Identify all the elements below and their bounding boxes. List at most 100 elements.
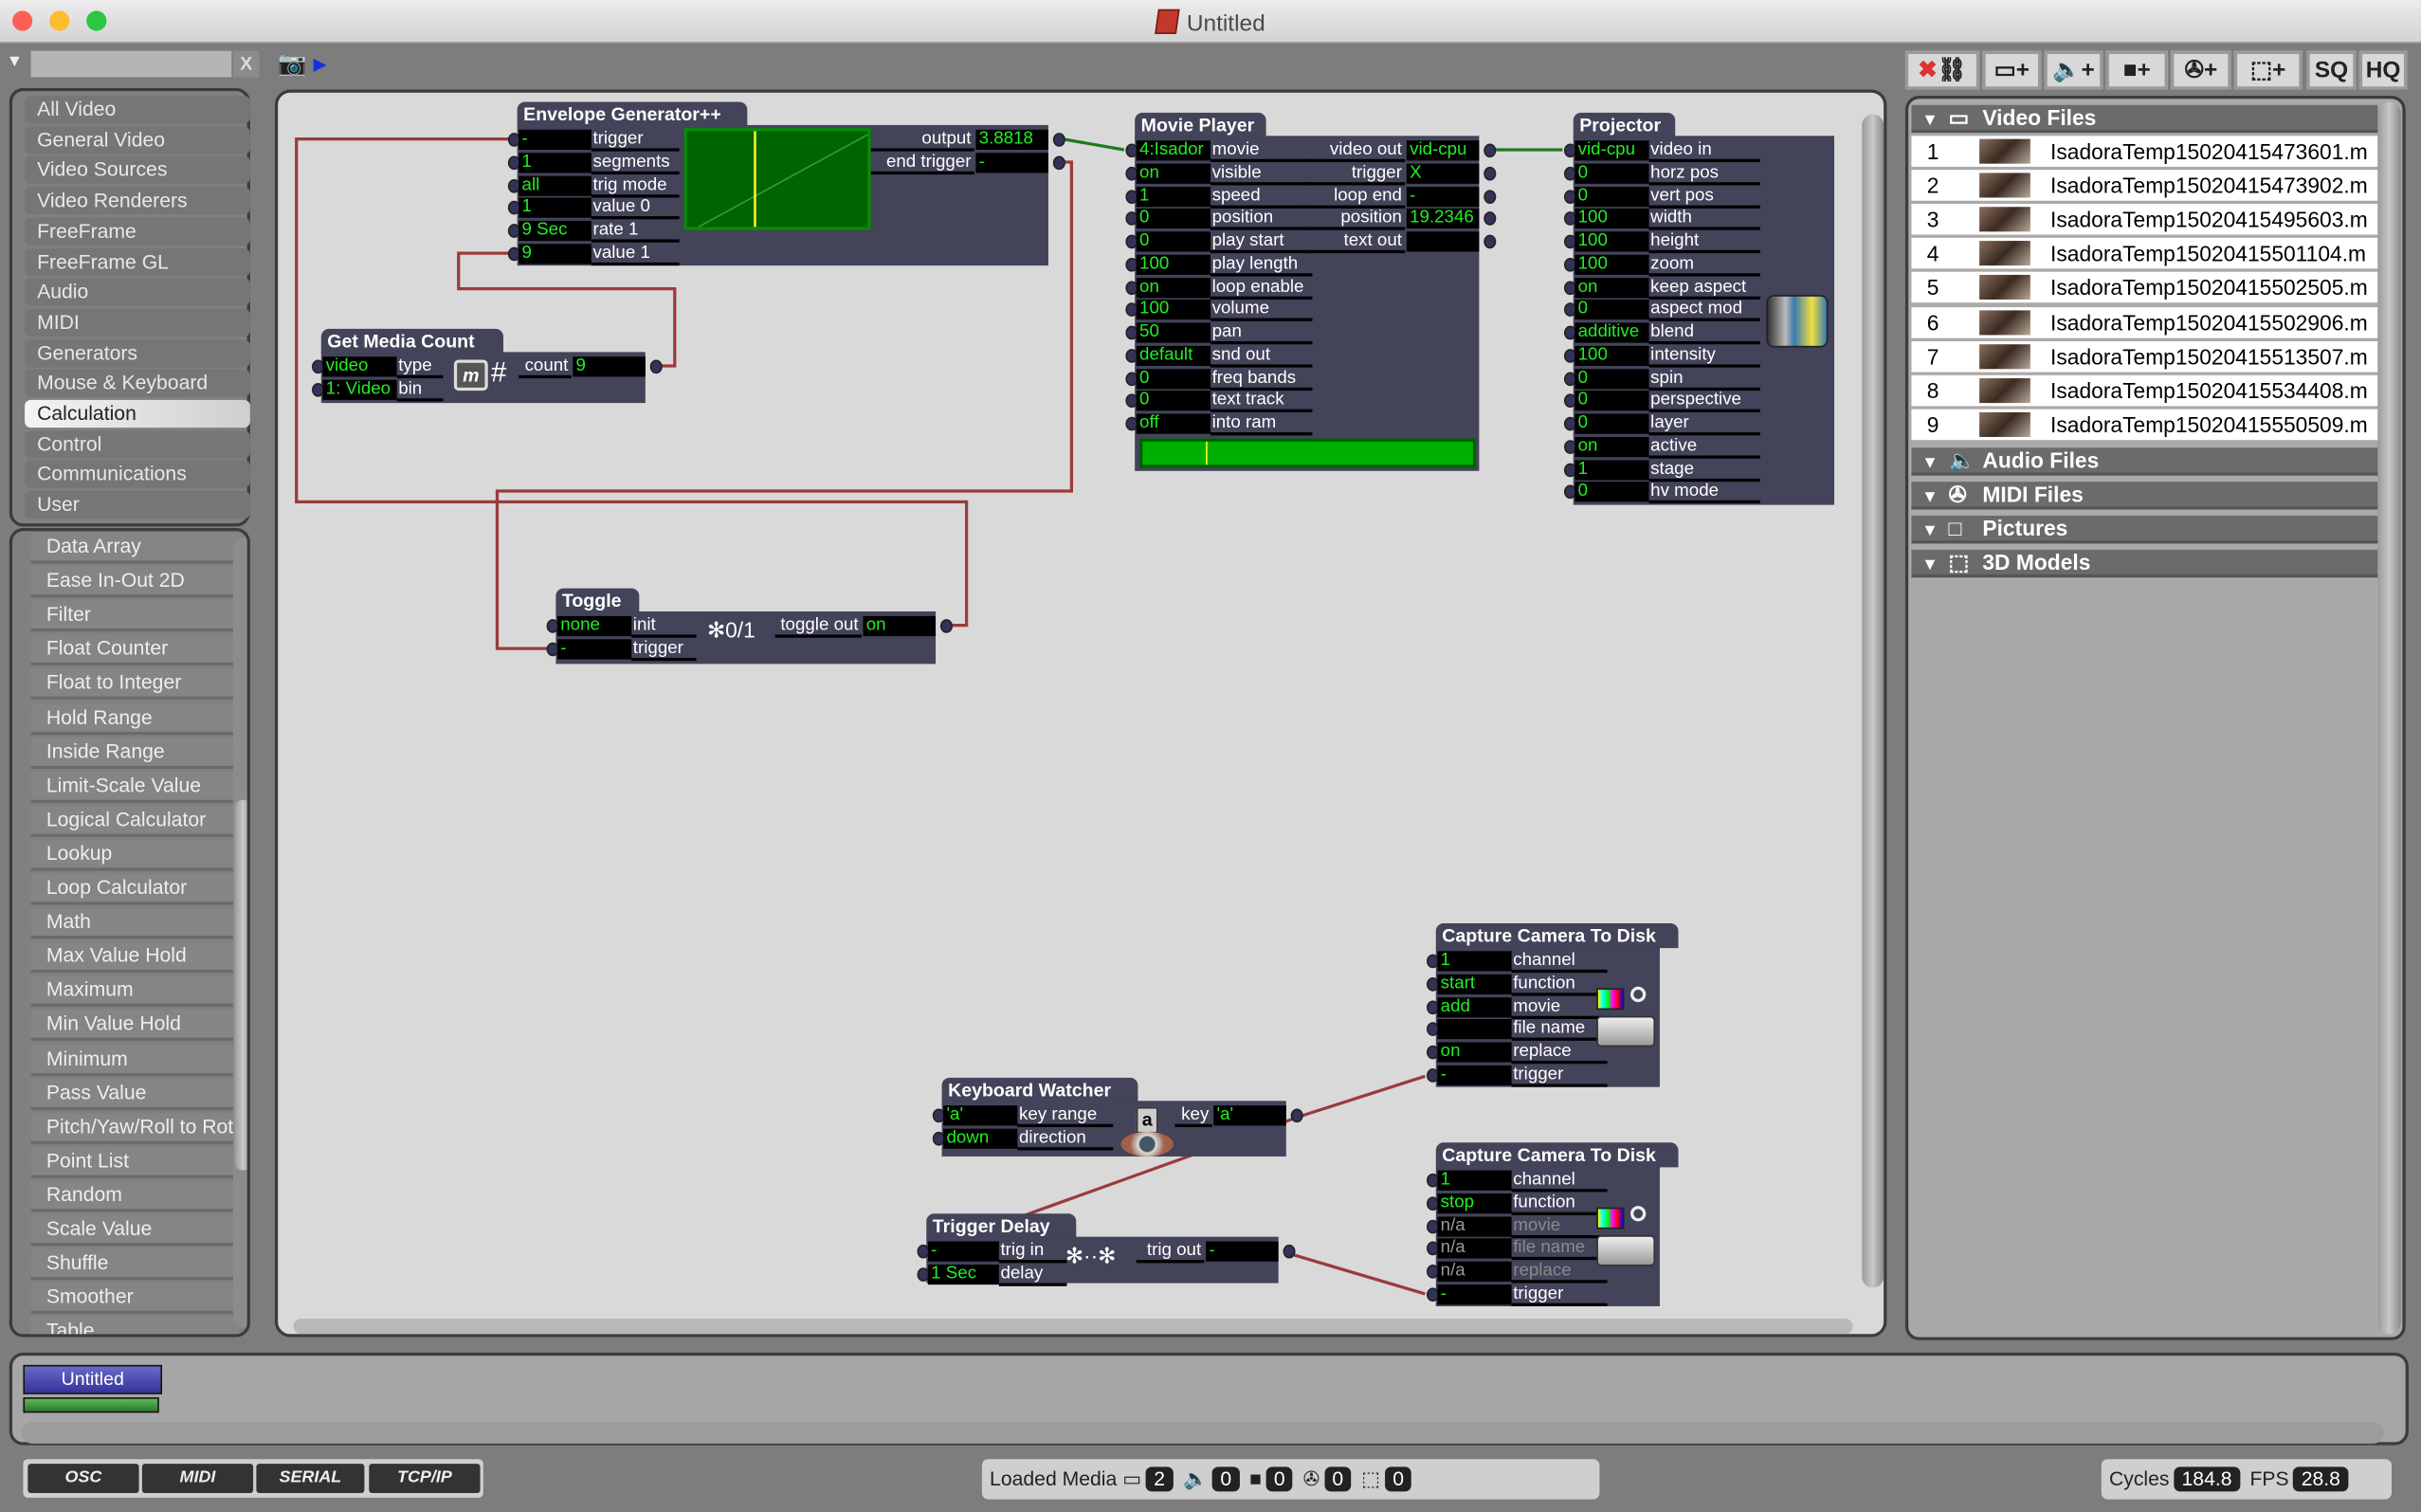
- protocol-midi-button[interactable]: MIDI: [141, 1464, 254, 1494]
- input-value-field[interactable]: off: [1136, 413, 1210, 434]
- actor-list-item[interactable]: Shuffle: [30, 1248, 240, 1281]
- input-value-field[interactable]: 0: [1136, 368, 1210, 389]
- input-value-field[interactable]: 1: [519, 197, 592, 219]
- input-value-field[interactable]: 0: [1575, 482, 1649, 502]
- actor-list-item[interactable]: Float to Integer: [30, 668, 240, 701]
- input-value-field[interactable]: 0: [1136, 209, 1210, 229]
- output-port[interactable]: [1290, 1108, 1303, 1123]
- actor-list-item[interactable]: Pitch/Yaw/Roll to Rot: [30, 1112, 240, 1144]
- actor-capture-camera-to-disk[interactable]: Capture Camera To Disk 1 channel stop functi…: [1427, 1142, 1679, 1307]
- input-value-field[interactable]: n/a: [1437, 1215, 1512, 1236]
- output-port[interactable]: [649, 359, 663, 374]
- media-section-3d-models[interactable]: ▼ ⬚ 3D Models: [1911, 549, 2378, 579]
- scene-untitled[interactable]: Untitled: [23, 1364, 163, 1394]
- input-value-field[interactable]: add: [1437, 996, 1512, 1017]
- actor-list-item[interactable]: Pass Value: [30, 1078, 240, 1110]
- actor-list-item[interactable]: Inside Range: [30, 737, 240, 769]
- input-value-field[interactable]: default: [1136, 345, 1210, 366]
- input-value-field[interactable]: n/a: [1437, 1238, 1512, 1259]
- protocol-tcpip-button[interactable]: TCP/IP: [369, 1464, 481, 1494]
- category-item[interactable]: Calculation: [25, 399, 250, 428]
- category-item[interactable]: FreeFrame GL: [25, 247, 250, 276]
- input-value-field[interactable]: video: [322, 356, 397, 377]
- input-value-field[interactable]: 1: [519, 152, 592, 173]
- input-value-field[interactable]: 100: [1575, 345, 1649, 366]
- video-file-row[interactable]: 6 IsadoraTemp15020415502906.m: [1911, 306, 2378, 337]
- actor-list-item[interactable]: Ease In-Out 2D: [30, 566, 240, 598]
- input-value-field[interactable]: 100: [1575, 231, 1649, 252]
- input-value-field[interactable]: stop: [1437, 1193, 1512, 1213]
- input-value-field[interactable]: 0: [1575, 368, 1649, 389]
- input-value-field[interactable]: 9: [519, 243, 592, 264]
- media-section-audio-files[interactable]: ▼ 🔈 Audio Files: [1911, 447, 2378, 478]
- actor-list-item[interactable]: Logical Calculator: [30, 805, 240, 837]
- input-value-field[interactable]: -: [1437, 1065, 1512, 1085]
- actor-title[interactable]: Capture Camera To Disk: [1435, 1142, 1679, 1168]
- add-picture-button[interactable]: ■+: [2105, 50, 2168, 90]
- category-item[interactable]: FreeFrame: [25, 217, 250, 246]
- input-value-field[interactable]: 1: [1437, 1170, 1512, 1191]
- output-port[interactable]: [1052, 155, 1065, 170]
- input-value-field[interactable]: 50: [1136, 322, 1210, 343]
- category-item[interactable]: Video Sources: [25, 156, 250, 185]
- input-value-field[interactable]: additive: [1575, 322, 1649, 343]
- category-item[interactable]: Generators: [25, 338, 250, 367]
- expand-triangle-icon[interactable]: ▼: [1911, 108, 1948, 135]
- actor-list-item[interactable]: Max Value Hold: [30, 941, 240, 974]
- input-value-field[interactable]: 1: [1575, 459, 1649, 480]
- video-file-row[interactable]: 9 IsadoraTemp15020415550509.m: [1911, 409, 2378, 440]
- actor-list-item[interactable]: Maximum: [30, 975, 240, 1008]
- input-value-field[interactable]: 0: [1136, 391, 1210, 411]
- hq-button[interactable]: HQ: [2358, 50, 2408, 90]
- category-item[interactable]: Audio: [25, 278, 250, 306]
- remove-unlink-media-button[interactable]: ✖⛓: [1904, 50, 1980, 90]
- input-value-field[interactable]: 1: Video: [322, 379, 397, 400]
- video-file-row[interactable]: 8 IsadoraTemp15020415534408.m: [1911, 374, 2378, 406]
- add-3d-model-button[interactable]: ⬚+: [2233, 50, 2303, 90]
- input-value-field[interactable]: down: [943, 1128, 1018, 1149]
- output-port[interactable]: [1484, 189, 1497, 204]
- input-value-field[interactable]: -: [927, 1241, 999, 1262]
- input-value-field[interactable]: 'a': [943, 1105, 1018, 1126]
- add-video-button[interactable]: ▭+: [1982, 50, 2042, 90]
- actor-list-item[interactable]: Table: [30, 1317, 240, 1335]
- expand-triangle-icon[interactable]: ▼: [1911, 484, 1948, 511]
- video-file-row[interactable]: 5 IsadoraTemp15020415502505.m: [1911, 272, 2378, 303]
- output-port[interactable]: [1484, 166, 1497, 181]
- actor-title[interactable]: Keyboard Watcher: [941, 1077, 1138, 1102]
- input-value-field[interactable]: 0: [1575, 163, 1649, 184]
- input-value-field[interactable]: start: [1437, 974, 1512, 994]
- input-value-field[interactable]: 1: [1437, 951, 1512, 972]
- output-port[interactable]: [1283, 1244, 1296, 1259]
- actor-list-item[interactable]: Loop Calculator: [30, 873, 240, 905]
- actor-toggle[interactable]: Toggle none init - trigger on toggle out ✻0/1: [546, 588, 953, 665]
- input-value-field[interactable]: 1 Sec: [927, 1264, 999, 1284]
- actor-projector[interactable]: Projector vid-cpu video in 0 horz pos 0 vert p…: [1563, 112, 1835, 506]
- actor-list-item[interactable]: Filter: [30, 600, 240, 632]
- input-value-field[interactable]: 0: [1136, 231, 1210, 252]
- actor-list-item[interactable]: Scale Value: [30, 1214, 240, 1247]
- actor-get-media-count[interactable]: Get Media Count video type 1: Video bin 9 coun…: [312, 328, 663, 405]
- sq-button[interactable]: SQ: [2306, 50, 2357, 90]
- actor-list-item[interactable]: Float Counter: [30, 634, 240, 666]
- actor-list-item[interactable]: Min Value Hold: [30, 1010, 240, 1042]
- input-value-field[interactable]: 100: [1575, 254, 1649, 275]
- actor-title[interactable]: Projector: [1573, 112, 1676, 137]
- actor-search-input[interactable]: [30, 50, 232, 78]
- filter-dropdown-icon[interactable]: ▼: [7, 52, 24, 71]
- expand-triangle-icon[interactable]: ▼: [1911, 519, 1948, 545]
- snapshot-camera-icon[interactable]: 📷: [278, 49, 306, 78]
- category-item[interactable]: All Video: [25, 95, 250, 124]
- actor-trigger-delay[interactable]: Trigger Delay - trig in 1 Sec delay - trig out…: [917, 1213, 1296, 1286]
- scene-horizontal-scrollbar[interactable]: [21, 1422, 2384, 1444]
- expand-triangle-icon[interactable]: ▼: [1911, 553, 1948, 579]
- actor-list-item[interactable]: Lookup: [30, 839, 240, 871]
- actor-movie-player[interactable]: Movie Player 4:Isador movie on visible 1 speed…: [1125, 112, 1497, 473]
- actor-list-item[interactable]: Random: [30, 1180, 240, 1212]
- expand-triangle-icon[interactable]: ▼: [1911, 451, 1948, 478]
- actor-list-scrollbar[interactable]: [232, 537, 247, 1328]
- actor-title[interactable]: Trigger Delay: [926, 1213, 1077, 1239]
- category-item[interactable]: Communications: [25, 461, 250, 489]
- clear-search-button[interactable]: X: [232, 50, 260, 78]
- protocol-serial-button[interactable]: SERIAL: [256, 1464, 365, 1494]
